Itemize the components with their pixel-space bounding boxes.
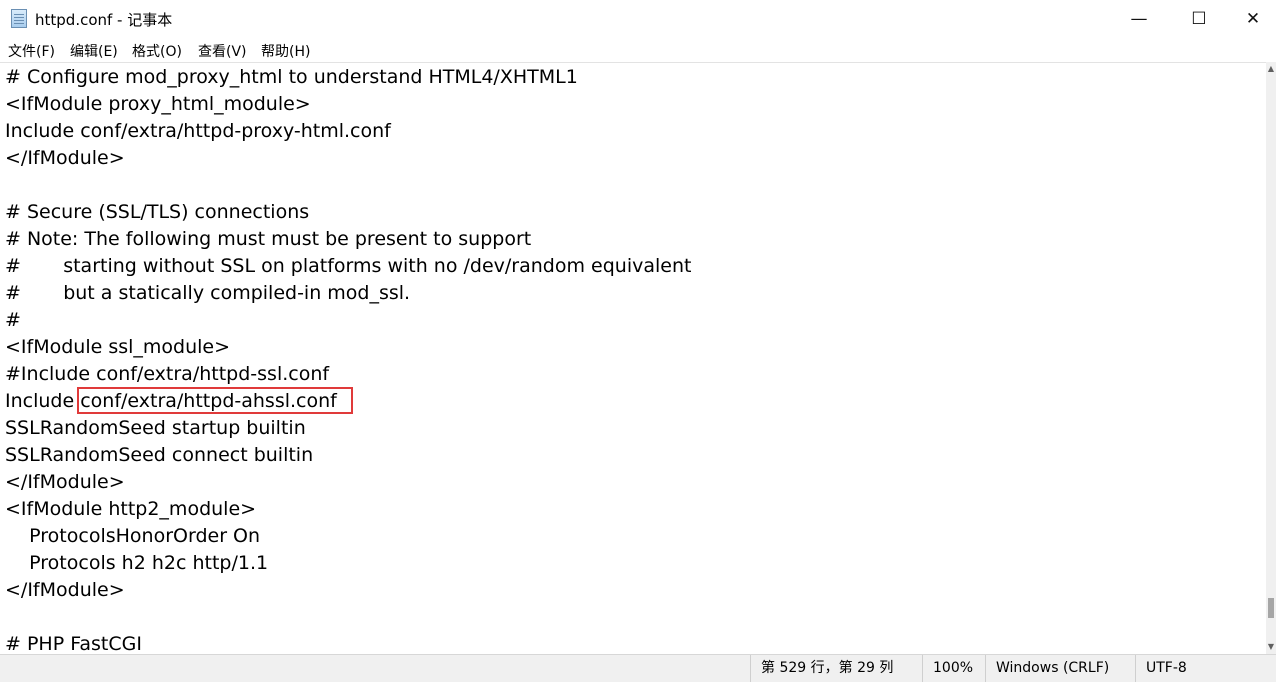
editor-line: <IfModule proxy_html_module> (5, 93, 311, 115)
editor-line: <IfModule ssl_module> (5, 336, 231, 358)
status-cursor-position: 第 529 行，第 29 列 (750, 655, 922, 682)
menu-view[interactable]: 查看(V) (198, 41, 247, 61)
editor-line: #Include conf/extra/httpd-ssl.conf (5, 363, 330, 385)
editor-line: # Note: The following must must be prese… (5, 228, 532, 250)
editor-line: # starting without SSL on platforms with… (5, 255, 692, 277)
notepad-icon (11, 9, 27, 28)
editor-line: <IfModule http2_module> (5, 498, 257, 520)
status-zoom: 100% (922, 655, 985, 682)
menu-edit[interactable]: 编辑(E) (70, 41, 118, 61)
editor-line: </IfModule> (5, 579, 125, 601)
minimize-button[interactable]: — (1116, 0, 1162, 38)
editor-line: # but a statically compiled-in mod_ssl. (5, 282, 411, 304)
editor-line: # PHP FastCGI (5, 633, 142, 654)
editor-line: ProtocolsHonorOrder On (5, 525, 261, 547)
editor-line: # Configure mod_proxy_html to understand… (5, 66, 578, 88)
editor-line: SSLRandomSeed connect builtin (5, 444, 314, 466)
status-bar: 第 529 行，第 29 列 100% Windows (CRLF) UTF-8 (0, 654, 1276, 682)
menu-bar: 文件(F) 编辑(E) 格式(O) 查看(V) 帮助(H) (0, 38, 1276, 62)
scroll-down-arrow-icon[interactable]: ▼ (1266, 640, 1276, 654)
editor-line: # (5, 309, 21, 331)
window-title: httpd.conf - 记事本 (35, 11, 173, 29)
editor-line: Include conf/extra/httpd-proxy-html.conf (5, 120, 391, 142)
text-editor[interactable]: # Configure mod_proxy_html to understand… (0, 62, 1266, 654)
status-encoding: UTF-8 (1135, 655, 1266, 682)
editor-line: SSLRandomSeed startup builtin (5, 417, 306, 439)
editor-line: Protocols h2 h2c http/1.1 (5, 552, 269, 574)
vertical-scrollbar[interactable]: ▲ ▼ (1266, 62, 1276, 654)
editor-line: </IfModule> (5, 147, 125, 169)
title-bar: httpd.conf - 记事本 — ☐ ✕ (0, 0, 1276, 38)
close-button[interactable]: ✕ (1230, 0, 1276, 38)
menu-format[interactable]: 格式(O) (132, 41, 182, 61)
status-line-ending: Windows (CRLF) (985, 655, 1135, 682)
menu-file[interactable]: 文件(F) (8, 41, 55, 61)
maximize-button[interactable]: ☐ (1176, 0, 1222, 38)
editor-line: </IfModule> (5, 471, 125, 493)
scrollbar-thumb[interactable] (1268, 598, 1274, 618)
highlight-box (77, 387, 353, 414)
editor-line: # Secure (SSL/TLS) connections (5, 201, 310, 223)
menu-help[interactable]: 帮助(H) (261, 41, 310, 61)
scroll-up-arrow-icon[interactable]: ▲ (1266, 62, 1276, 76)
